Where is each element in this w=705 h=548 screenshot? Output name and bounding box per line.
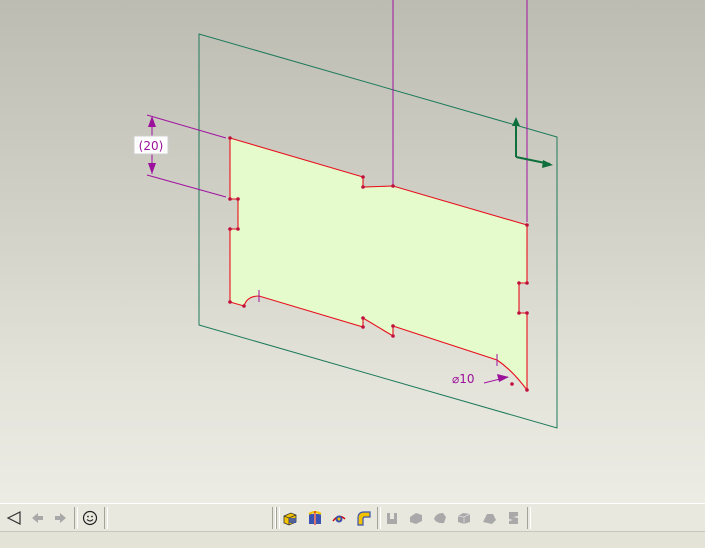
model-canvas[interactable]: (20) ⌀10 xyxy=(0,0,705,503)
chamfer-button[interactable] xyxy=(503,508,523,528)
status-bar xyxy=(0,531,705,548)
round-button[interactable] xyxy=(479,508,499,528)
hole-button[interactable] xyxy=(382,508,402,528)
round-icon xyxy=(479,508,499,528)
back-arrow-icon xyxy=(27,508,47,528)
smiley-icon xyxy=(80,508,100,528)
csys-icon[interactable] xyxy=(512,117,553,168)
draft-button[interactable] xyxy=(454,508,474,528)
revolve-button[interactable] xyxy=(305,508,325,528)
extrude-icon xyxy=(280,508,300,528)
forward-arrow-icon xyxy=(51,508,71,528)
dimension-diameter-text[interactable]: ⌀10 xyxy=(452,372,475,386)
hole-icon xyxy=(382,508,402,528)
blend-button[interactable] xyxy=(353,508,373,528)
blend-icon xyxy=(353,508,373,528)
sweep-button[interactable] xyxy=(329,508,349,528)
bottom-toolbar xyxy=(0,503,705,532)
shell-icon xyxy=(406,508,426,528)
chamfer-icon xyxy=(503,508,523,528)
dimension-diameter[interactable]: ⌀10 xyxy=(452,372,509,386)
revolve-icon xyxy=(305,508,325,528)
extrude-button[interactable] xyxy=(280,508,300,528)
sketch-view-icon xyxy=(4,508,24,528)
back-button[interactable] xyxy=(27,508,47,528)
sketch-profile[interactable] xyxy=(229,137,528,392)
sweep-icon xyxy=(329,508,349,528)
dimension-height-text[interactable]: (20) xyxy=(139,139,164,153)
smiley-button[interactable] xyxy=(80,508,100,528)
rib-button[interactable] xyxy=(430,508,450,528)
shell-button[interactable] xyxy=(406,508,426,528)
forward-button[interactable] xyxy=(51,508,71,528)
rib-icon xyxy=(430,508,450,528)
sketch-view-button[interactable] xyxy=(4,508,24,528)
graphics-window[interactable]: (20) ⌀10 xyxy=(0,0,705,503)
draft-icon xyxy=(454,508,474,528)
dimension-height[interactable]: (20) xyxy=(133,114,227,198)
